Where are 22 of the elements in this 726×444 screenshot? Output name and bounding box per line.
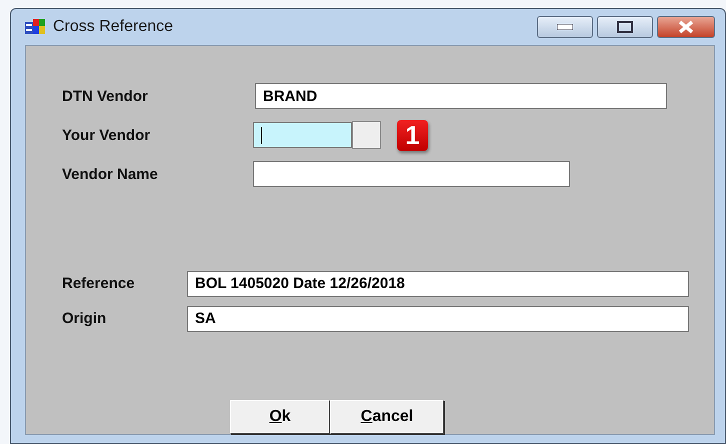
input-field[interactable]: SA	[187, 306, 689, 332]
input-field[interactable]: BRAND	[255, 83, 667, 109]
cancel-button[interactable]: Cancel	[330, 400, 444, 434]
input-field[interactable]: BOL 1405020 Date 12/26/2018	[187, 270, 689, 296]
maximize-icon	[617, 21, 633, 33]
field-label: Your Vendor	[62, 126, 152, 144]
input-field[interactable]	[253, 161, 570, 187]
input-field[interactable]	[253, 122, 352, 148]
ok-button[interactable]: Ok	[230, 400, 330, 434]
window-title: Cross Reference	[53, 18, 174, 36]
close-button[interactable]	[657, 16, 715, 38]
field-label: Vendor Name	[62, 166, 159, 182]
field-label: DTN Vendor	[62, 88, 149, 104]
close-icon	[677, 20, 695, 34]
number-badge: 1	[397, 120, 428, 150]
app-logo-icon	[25, 18, 47, 36]
minimize-button[interactable]	[537, 16, 593, 38]
browse-button[interactable]	[352, 121, 381, 149]
field-label: Reference	[62, 275, 136, 292]
maximize-button[interactable]	[597, 16, 653, 38]
minimize-icon	[557, 24, 573, 30]
field-label: Origin	[62, 310, 108, 327]
